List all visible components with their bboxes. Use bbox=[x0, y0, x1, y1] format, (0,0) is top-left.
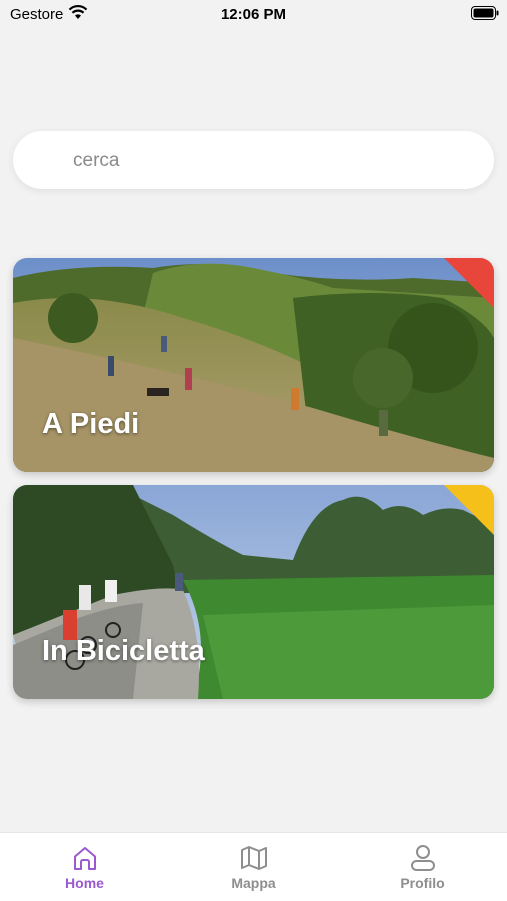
home-icon bbox=[74, 847, 96, 870]
card-in-bicicletta[interactable]: In Bicicletta bbox=[13, 485, 494, 699]
card-title: In Bicicletta bbox=[42, 635, 205, 667]
battery-icon bbox=[471, 6, 499, 20]
map-icon bbox=[241, 846, 267, 870]
bottom-tab-bar: Home Mappa Profilo bbox=[0, 832, 507, 901]
status-bar: Gestore 12:06 PM bbox=[0, 0, 507, 28]
tab-mappa[interactable]: Mappa bbox=[169, 833, 338, 901]
category-corner-marker bbox=[444, 485, 494, 535]
search-bar[interactable] bbox=[13, 131, 494, 191]
tab-label: Home bbox=[65, 875, 104, 891]
tab-profilo[interactable]: Profilo bbox=[338, 833, 507, 901]
status-time: 12:06 PM bbox=[220, 6, 287, 23]
tab-label: Mappa bbox=[231, 875, 276, 891]
card-title: A Piedi bbox=[42, 408, 140, 440]
tab-home[interactable]: Home bbox=[0, 833, 169, 901]
search-input[interactable] bbox=[71, 131, 475, 191]
card-a-piedi[interactable]: A Piedi bbox=[13, 258, 494, 472]
person-icon bbox=[411, 845, 435, 871]
tab-label: Profilo bbox=[400, 875, 445, 891]
category-corner-marker bbox=[444, 258, 494, 308]
